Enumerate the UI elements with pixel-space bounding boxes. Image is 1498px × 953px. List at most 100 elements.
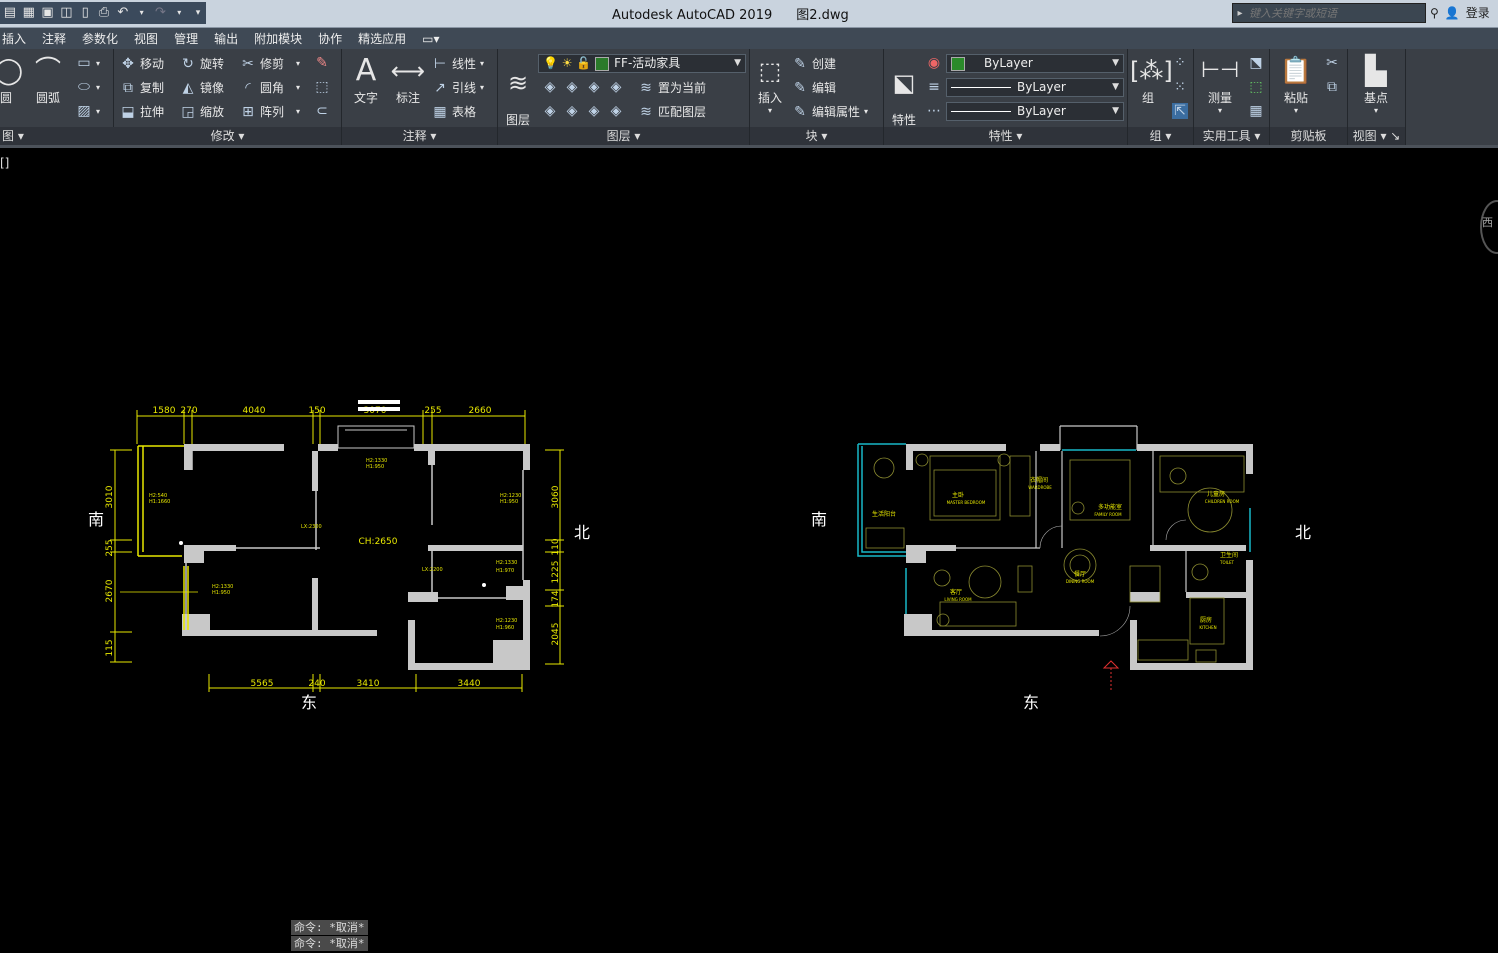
login-link[interactable]: 登录	[1466, 4, 1490, 21]
panel-layers-title[interactable]: 图层 ▾	[498, 127, 749, 145]
tab-manage[interactable]: 管理	[166, 30, 206, 47]
redo-icon[interactable]: ↷	[153, 5, 169, 21]
save-icon[interactable]: ▣	[40, 5, 56, 21]
undo-dropdown-icon[interactable]: ▾	[134, 5, 150, 21]
search-box[interactable]: ▸	[1232, 3, 1426, 23]
layer-on-icon[interactable]: ◈	[542, 103, 558, 119]
new-icon[interactable]: ▤	[2, 5, 18, 21]
set-current-button[interactable]: ≋ 置为当前	[638, 79, 706, 96]
ungroup-icon[interactable]: ⁘	[1172, 55, 1188, 71]
panel-modify-title[interactable]: 修改 ▾	[114, 127, 341, 145]
linear-dim-icon: ⊢	[433, 55, 447, 72]
fillet-button[interactable]: ◜ 圆角 ▾	[240, 79, 300, 96]
match-layer-button[interactable]: ≋ 匹配图层	[638, 103, 706, 120]
app-name: Autodesk AutoCAD 2019	[612, 8, 773, 23]
cut-icon[interactable]: ✂	[1324, 55, 1340, 71]
mirror-button[interactable]: ◭ 镜像	[180, 79, 224, 96]
select-all-icon[interactable]: ⬚	[1248, 79, 1264, 95]
panel-annotation-title[interactable]: 注释 ▾	[342, 127, 497, 145]
offset-button[interactable]: ⊂	[314, 103, 330, 119]
binoculars-icon[interactable]: ⚲	[1430, 6, 1439, 20]
scale-button[interactable]: ◲ 缩放	[180, 103, 224, 120]
tab-annotate[interactable]: 注释	[34, 30, 74, 47]
color-dropdown[interactable]: ByLayer ▼	[946, 54, 1124, 73]
rectangle-tool[interactable]: ▭ ▾	[76, 55, 100, 71]
customize-qa-icon[interactable]: ▾	[190, 5, 206, 21]
save-as-icon[interactable]: ◫	[58, 5, 74, 21]
panel-block-title[interactable]: 块 ▾	[750, 127, 883, 145]
panel-draw-title[interactable]: 图 ▾	[0, 127, 115, 145]
web-save-icon[interactable]: ▯	[77, 5, 93, 21]
lineweight-dropdown[interactable]: ByLayer ▼	[946, 78, 1124, 97]
panel-utilities-title[interactable]: 实用工具 ▾	[1194, 127, 1269, 145]
insert-block-tool[interactable]: ⬚ 插入 ▾	[752, 53, 788, 115]
search-expand-icon[interactable]: ▸	[1233, 8, 1247, 19]
layer-lock-icon[interactable]: ◈	[608, 79, 624, 95]
tab-options-icon[interactable]: ▭▾	[414, 32, 447, 46]
tab-output[interactable]: 输出	[206, 30, 246, 47]
erase-button[interactable]: ✎	[314, 55, 330, 71]
quick-select-icon[interactable]: ⬔	[1248, 55, 1264, 71]
base-view-icon: ▙	[1365, 54, 1387, 87]
panel-view-title[interactable]: 视图 ▾ ↘	[1348, 127, 1405, 145]
rotate-button[interactable]: ↻ 旋转	[180, 55, 224, 72]
explode-button[interactable]: ⬚	[314, 79, 330, 95]
drawing-canvas[interactable]: 1580 270 4040 150 3070 255 2660 5565 240…	[0, 148, 1498, 953]
layer-unlock-icon[interactable]: ◈	[608, 103, 624, 119]
create-block-button[interactable]: ✎ 创建	[792, 55, 836, 72]
layer-isolate-icon[interactable]: ◈	[564, 79, 580, 95]
linear-button[interactable]: ⊢ 线性 ▾	[432, 55, 484, 72]
edit-attributes-button[interactable]: ✎ 编辑属性 ▾	[792, 103, 868, 120]
arc-tool[interactable]: ⌒ 圆弧	[30, 53, 66, 106]
array-button[interactable]: ⊞ 阵列 ▾	[240, 103, 300, 120]
open-icon[interactable]: ▦	[21, 5, 37, 21]
tab-insert[interactable]: 插入	[0, 30, 34, 47]
paste-tool[interactable]: 📋 粘贴 ▾	[1276, 53, 1316, 115]
tab-collaborate[interactable]: 协作	[310, 30, 350, 47]
undo-icon[interactable]: ↶	[115, 5, 131, 21]
redo-dropdown-icon[interactable]: ▾	[171, 5, 187, 21]
move-button[interactable]: ✥ 移动	[120, 55, 164, 72]
linetype-dropdown[interactable]: ByLayer ▼	[946, 102, 1124, 121]
copy-clip-icon[interactable]: ⧉	[1324, 79, 1340, 95]
trim-button[interactable]: ✂ 修剪 ▾	[240, 55, 300, 72]
rotate-label: 旋转	[200, 57, 225, 71]
text-tool[interactable]: A 文字	[348, 53, 384, 106]
edit-block-button[interactable]: ✎ 编辑	[792, 79, 836, 96]
tab-parametric[interactable]: 参数化	[74, 30, 126, 47]
user-icon[interactable]: 👤	[1445, 6, 1460, 20]
calculator-icon[interactable]: ▦	[1248, 103, 1264, 119]
search-input[interactable]	[1247, 5, 1425, 21]
ellipse-tool[interactable]: ⬭ ▾	[76, 79, 100, 95]
dimension-tool[interactable]: ⟷ 标注	[388, 53, 428, 106]
tab-view[interactable]: 视图	[126, 30, 166, 47]
measure-tool[interactable]: ⊢⊣ 测量 ▾	[1198, 53, 1242, 115]
panel-clipboard: 📋 粘贴 ▾ ✂ ⧉ 剪贴板	[1270, 49, 1348, 145]
plot-icon[interactable]: ⎙	[96, 5, 112, 21]
layer-dropdown[interactable]: 💡 ☀ 🔓 FF-活动家具 ▼	[538, 54, 746, 73]
layer-off-icon[interactable]: ◈	[542, 79, 558, 95]
copy-button[interactable]: ⧉ 复制	[120, 79, 164, 96]
plan2-walls	[904, 444, 1253, 670]
circle-tool[interactable]: ◯ 圆	[0, 53, 23, 106]
panel-properties-title[interactable]: 特性 ▾	[884, 127, 1127, 145]
panel-clipboard-title[interactable]: 剪贴板	[1270, 127, 1347, 145]
group-edit-icon[interactable]: ⁙	[1172, 79, 1188, 95]
layer-thaw-icon[interactable]: ◈	[586, 103, 602, 119]
group-selection-icon[interactable]: ⇱	[1172, 103, 1188, 119]
stretch-button[interactable]: ⬓ 拉伸	[120, 103, 164, 120]
plan2-room-labels: 生活阳台 主卧 MASTER BEDROOM 衣帽间 WARDROBE 多功能室…	[872, 476, 1240, 630]
group-tool[interactable]: [⁂] 组	[1130, 53, 1173, 106]
tab-addins[interactable]: 附加模块	[246, 30, 310, 47]
table-button[interactable]: ▦ 表格	[432, 103, 476, 120]
panel-group-title[interactable]: 组 ▾	[1128, 127, 1193, 145]
paste-caret-icon: ▾	[1293, 106, 1298, 115]
layer-freeze-icon[interactable]: ◈	[586, 79, 602, 95]
layer-unisolate-icon[interactable]: ◈	[564, 103, 580, 119]
room-living-cn: 客厅	[950, 588, 962, 596]
base-view-tool[interactable]: ▙ 基点 ▾	[1356, 53, 1396, 115]
hatch-tool[interactable]: ▨ ▾	[76, 103, 100, 119]
tab-featured-apps[interactable]: 精选应用	[350, 30, 414, 47]
layer-properties-icon: ≋	[507, 69, 529, 97]
leader-button[interactable]: ↗ 引线 ▾	[432, 79, 484, 96]
